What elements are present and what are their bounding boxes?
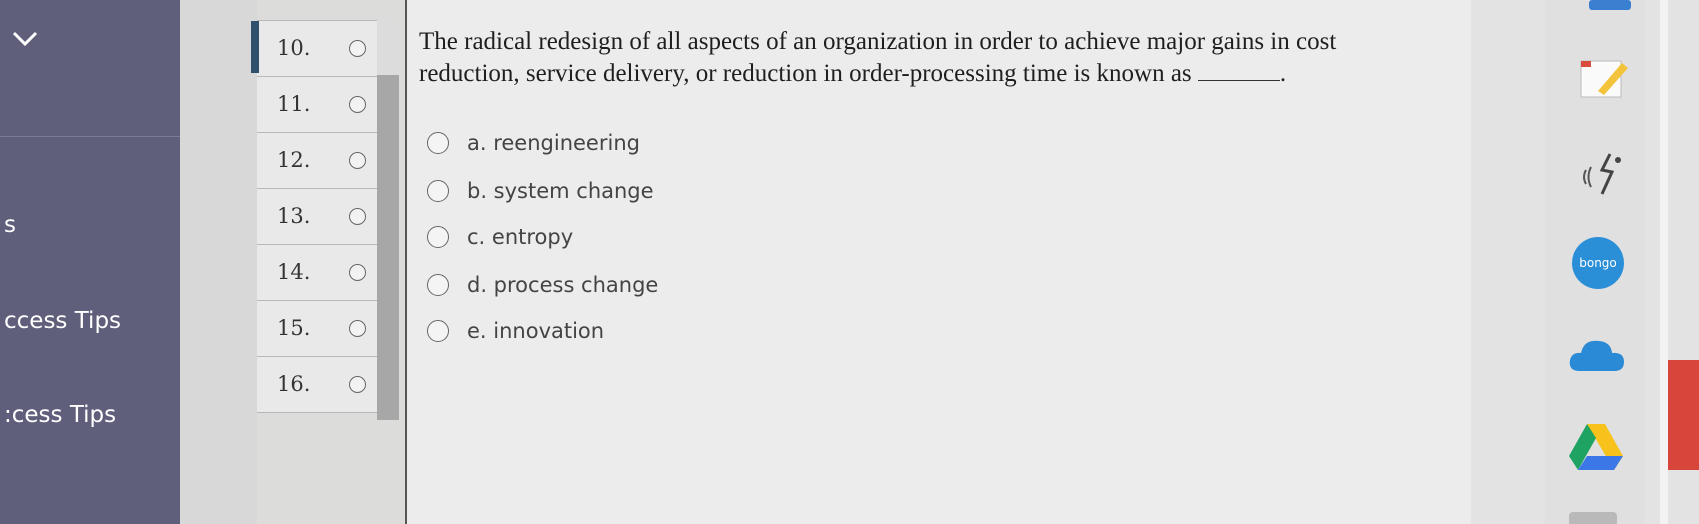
option-radio[interactable] — [427, 132, 449, 154]
question-number: 13. — [277, 204, 311, 228]
sidebar-item-success-tips-2[interactable]: :cess Tips — [4, 402, 116, 428]
sidebar-gap — [180, 0, 257, 524]
option-label: c. entropy — [467, 225, 574, 249]
question-end: . — [1279, 60, 1287, 87]
bongo-icon[interactable]: bongo — [1572, 237, 1624, 289]
question-number: 15. — [277, 316, 311, 340]
question-status-circle — [349, 376, 366, 393]
option-e[interactable]: e. innovation — [427, 316, 604, 346]
question-status-circle — [349, 264, 366, 281]
question-number: 16. — [277, 372, 311, 396]
sidebar-item-success-tips[interactable]: ccess Tips — [4, 308, 121, 334]
window-edge-red — [1668, 360, 1699, 470]
window-edge — [1660, 0, 1668, 524]
cloud-icon[interactable] — [1566, 333, 1628, 375]
question-nav-item-10[interactable]: 10. — [251, 20, 377, 76]
question-nav-item-13[interactable]: 13. — [257, 188, 377, 244]
chevron-down-icon[interactable] — [10, 24, 40, 54]
option-label: d. process change — [467, 273, 659, 297]
option-b[interactable]: b. system change — [427, 176, 654, 206]
question-status-circle — [349, 96, 366, 113]
question-number: 10. — [277, 36, 311, 60]
question-status-circle — [349, 320, 366, 337]
question-nav-item-16[interactable]: 16. — [257, 356, 377, 413]
option-label: e. innovation — [467, 319, 605, 343]
left-sidebar: s ccess Tips :cess Tips — [0, 0, 180, 524]
question-navigator: 10. 11. 12. 13. 14. 15. 16. — [251, 20, 377, 413]
question-panel: The radical redesign of all aspects of a… — [405, 0, 1475, 524]
sidebar-item-partial[interactable]: s — [4, 212, 16, 238]
question-nav-item-11[interactable]: 11. — [257, 76, 377, 132]
sidebar-divider — [0, 136, 180, 137]
nav-scrollbar[interactable] — [377, 75, 399, 420]
app-icon-partial[interactable] — [1567, 506, 1619, 524]
option-radio[interactable] — [427, 274, 449, 296]
option-label: b. system change — [467, 179, 654, 203]
option-a[interactable]: a. reengineering — [427, 128, 640, 158]
option-d[interactable]: d. process change — [427, 270, 658, 300]
question-nav-item-14[interactable]: 14. — [257, 244, 377, 300]
blue-app-icon[interactable] — [1585, 0, 1635, 12]
read-aloud-icon[interactable] — [1580, 150, 1628, 200]
question-status-circle — [349, 152, 366, 169]
nav-scroll-top — [377, 20, 399, 75]
question-nav-item-15[interactable]: 15. — [257, 300, 377, 356]
question-nav-item-12[interactable]: 12. — [257, 132, 377, 188]
question-number: 11. — [277, 92, 311, 116]
question-status-circle — [349, 40, 366, 57]
answer-blank — [1197, 60, 1280, 81]
google-drive-icon[interactable] — [1565, 420, 1627, 472]
question-number: 14. — [277, 260, 311, 284]
question-text: The radical redesign of all aspects of a… — [419, 26, 1429, 90]
option-label: a. reengineering — [467, 131, 640, 155]
option-radio[interactable] — [427, 226, 449, 248]
option-radio[interactable] — [427, 320, 449, 342]
notes-icon[interactable] — [1578, 55, 1630, 101]
question-status-circle — [349, 208, 366, 225]
question-number: 12. — [277, 148, 311, 172]
option-c[interactable]: c. entropy — [427, 222, 573, 252]
option-radio[interactable] — [427, 180, 449, 202]
